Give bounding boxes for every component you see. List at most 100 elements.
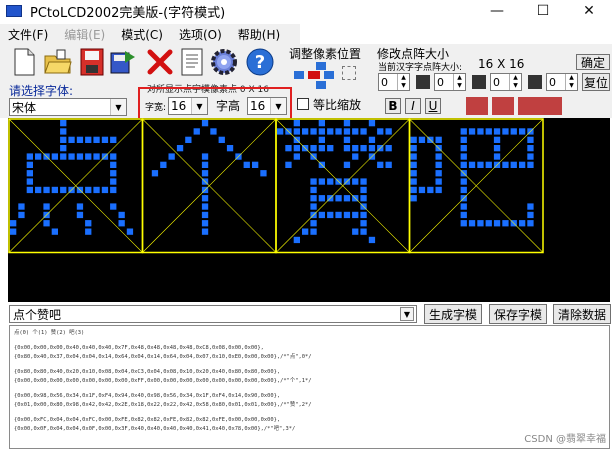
font-select[interactable]: 宋体 ▼ bbox=[9, 98, 127, 116]
output-line: {0x00,0x00,0x00,0x00,0x00,0x00,0x00,0xFF… bbox=[14, 378, 312, 384]
glyph-pixel bbox=[502, 161, 509, 168]
delete-icon[interactable] bbox=[144, 46, 176, 78]
glyph-pixel bbox=[460, 145, 467, 152]
dot-width-arrow-icon[interactable] bbox=[416, 75, 430, 89]
glyph-pixel bbox=[201, 120, 209, 127]
glyph-pixel bbox=[60, 153, 67, 160]
glyph-pixel bbox=[201, 220, 209, 227]
document-icon[interactable] bbox=[176, 46, 208, 78]
glyph-pixel bbox=[201, 195, 209, 202]
rotate-icon[interactable] bbox=[518, 97, 540, 115]
generate-button[interactable]: 生成字模 bbox=[424, 304, 482, 324]
italic-button[interactable]: I bbox=[405, 98, 421, 114]
glyph-pixel bbox=[118, 220, 125, 227]
dot-offset-arrow-icon[interactable] bbox=[528, 75, 542, 89]
confirm-button[interactable]: 确定 bbox=[576, 54, 610, 70]
glyph-pixel bbox=[26, 186, 33, 194]
minimize-button[interactable]: — bbox=[474, 0, 520, 22]
glyph-pixel bbox=[435, 178, 442, 185]
maximize-button[interactable]: ☐ bbox=[520, 0, 566, 22]
new-file-icon[interactable] bbox=[8, 46, 40, 78]
glyph-pixel bbox=[293, 236, 300, 244]
glyph-pixel bbox=[176, 145, 184, 152]
fit-box-icon[interactable] bbox=[342, 66, 356, 80]
glyph-pixel bbox=[435, 136, 442, 143]
glyph-pixel bbox=[310, 220, 317, 227]
shift-right-icon[interactable] bbox=[324, 71, 334, 79]
glyph-pixel bbox=[460, 178, 467, 185]
glyph-pixel bbox=[510, 128, 517, 135]
menu-edit[interactable]: 编辑(E) bbox=[56, 26, 113, 43]
shift-center-icon[interactable] bbox=[308, 71, 320, 79]
glyph-pixel bbox=[285, 145, 292, 152]
glyph-pixel bbox=[201, 161, 209, 168]
dot-height-spin[interactable]: 0 ▲ ▼ bbox=[434, 73, 466, 91]
dot-offset-y-value: 0 bbox=[549, 75, 556, 89]
reset-button[interactable]: 复位 bbox=[582, 73, 610, 91]
glyph-pixel bbox=[93, 186, 100, 194]
glyph-pixel bbox=[427, 186, 434, 194]
glyph-pixel bbox=[43, 186, 50, 194]
glyph-pixel bbox=[368, 120, 376, 127]
glyph-pixel bbox=[110, 136, 117, 143]
glyph-pixel bbox=[385, 145, 392, 152]
chevron-down-icon[interactable]: ▼ bbox=[400, 307, 414, 321]
glyph-pixel bbox=[110, 170, 117, 177]
invert-icon[interactable] bbox=[540, 97, 562, 115]
dot-width-spin[interactable]: 0 ▲ ▼ bbox=[378, 73, 410, 91]
glyph-pixel bbox=[310, 228, 317, 235]
proportional-checkbox[interactable] bbox=[297, 98, 309, 110]
text-input[interactable]: 点个赞吧 bbox=[9, 305, 417, 323]
bold-button[interactable]: B bbox=[385, 98, 401, 114]
glyph-pixel bbox=[76, 203, 84, 210]
glyph-pixel bbox=[60, 145, 67, 152]
glyph-pixel bbox=[477, 220, 484, 227]
dot-offset-x-spin[interactable]: 0 ▲ ▼ bbox=[490, 73, 522, 91]
clear-button[interactable]: 清除数据 bbox=[553, 304, 611, 324]
flip-horizontal-icon[interactable] bbox=[466, 97, 488, 115]
app-icon bbox=[6, 5, 22, 17]
glyph-pixel bbox=[43, 203, 50, 210]
shift-left-icon[interactable] bbox=[294, 71, 304, 79]
glyph-pixel bbox=[460, 161, 467, 168]
glyph-pixel bbox=[460, 128, 467, 135]
flip-vertical-icon[interactable] bbox=[492, 97, 514, 115]
menu-file[interactable]: 文件(F) bbox=[0, 26, 56, 43]
dot-offset-y-spin[interactable]: 0 ▲ ▼ bbox=[546, 73, 578, 91]
glyph-canvas bbox=[8, 118, 544, 254]
font-canvas[interactable] bbox=[8, 118, 610, 302]
output-area[interactable]: 点(0) 个(1) 赞(2) 吧(3) {0x00,0x00,0x00,0x40… bbox=[9, 325, 610, 449]
glyph-pixel bbox=[435, 170, 442, 177]
glyph-pixel bbox=[519, 161, 526, 168]
menu-mode[interactable]: 模式(C) bbox=[113, 26, 171, 43]
glyph-pixel bbox=[76, 136, 84, 143]
output-line: {0x00,0x98,0x56,0x34,0x1F,0xF4,0x94,0x40… bbox=[14, 393, 281, 399]
glyph-pixel bbox=[435, 153, 442, 160]
glyph-pixel bbox=[85, 153, 92, 160]
shift-down-icon[interactable] bbox=[316, 81, 326, 89]
menu-bar: 文件(F) 编辑(E) 模式(C) 选项(O) 帮助(H) bbox=[0, 24, 300, 44]
dot-width-value: 0 bbox=[381, 75, 388, 89]
glyph-pixel bbox=[51, 153, 58, 160]
save-as-icon[interactable] bbox=[108, 46, 140, 78]
dot-height-arrow-icon[interactable] bbox=[472, 75, 486, 89]
glyph-pixel bbox=[93, 153, 100, 160]
glyph-pixel bbox=[460, 186, 467, 194]
font-select-label: 请选择字体: bbox=[9, 84, 74, 98]
save-floppy-icon[interactable] bbox=[76, 46, 108, 78]
glyph-pixel bbox=[110, 161, 117, 168]
watermark: CSDN @翡翠幸福 bbox=[524, 434, 606, 445]
shift-up-icon[interactable] bbox=[316, 62, 326, 70]
menu-help[interactable]: 帮助(H) bbox=[230, 26, 288, 43]
glyph-pixel bbox=[360, 195, 367, 202]
open-folder-icon[interactable] bbox=[42, 46, 74, 78]
save-button[interactable]: 保存字模 bbox=[489, 304, 547, 324]
help-icon[interactable]: ? bbox=[244, 46, 276, 78]
close-button[interactable]: ✕ bbox=[566, 0, 612, 22]
glyph-pixel bbox=[410, 186, 417, 194]
glyph-pixel bbox=[385, 161, 392, 168]
menu-options[interactable]: 选项(O) bbox=[171, 26, 230, 43]
glyph-pixel bbox=[318, 136, 325, 143]
gear-icon[interactable] bbox=[208, 46, 240, 78]
underline-button[interactable]: U bbox=[425, 98, 441, 114]
